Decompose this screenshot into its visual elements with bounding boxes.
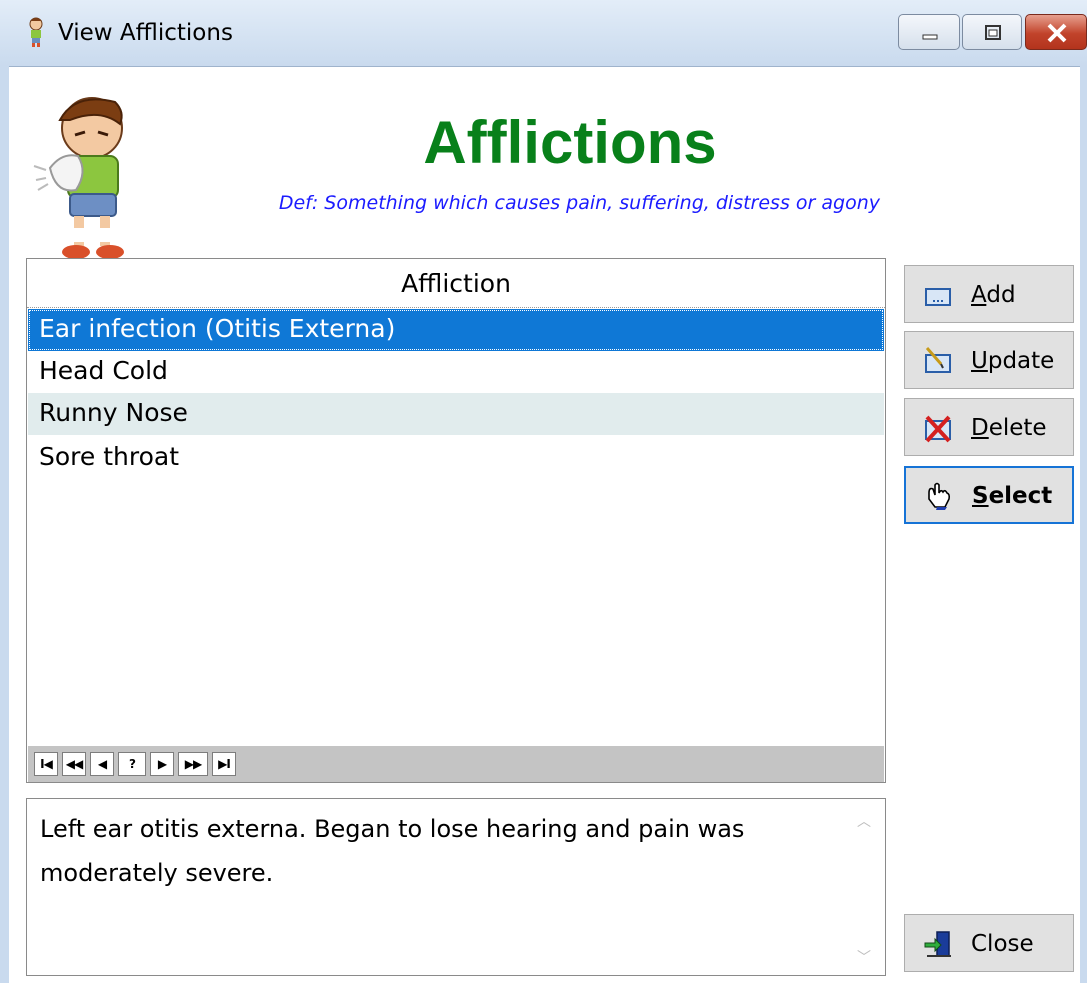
add-record-icon (925, 288, 951, 306)
scroll-up-icon[interactable]: ︿ (853, 811, 875, 833)
afflictions-grid[interactable]: Affliction Ear infection (Otitis Externa… (26, 258, 886, 783)
sneezing-child-illustration (33, 97, 124, 259)
previous-page-button[interactable]: ◀◀ (62, 752, 86, 776)
window-title: View Afflictions (58, 20, 233, 46)
close-button[interactable]: Close (904, 914, 1074, 972)
close-window-button[interactable] (1025, 14, 1087, 50)
maximize-icon (985, 25, 1001, 40)
delete-record-icon (925, 415, 951, 443)
previous-record-button[interactable]: ◀ (90, 752, 114, 776)
window-frame-left (0, 66, 9, 983)
list-row[interactable]: Runny Nose (28, 393, 884, 435)
first-record-button[interactable]: I◀ (34, 752, 58, 776)
sneezing-child-icon (29, 17, 43, 47)
add-button[interactable]: Add (904, 265, 1074, 323)
list-row[interactable]: Ear infection (Otitis Externa) (28, 309, 884, 351)
update-button[interactable]: Update (904, 331, 1074, 389)
list-row[interactable]: Head Cold (28, 351, 884, 393)
window-frame-right (1080, 66, 1087, 983)
exit-door-icon (924, 931, 951, 957)
notes-textarea[interactable]: Left ear otitis externa. Began to lose h… (26, 798, 886, 976)
minimize-button[interactable] (898, 14, 960, 50)
add-accelerator: A (971, 282, 987, 308)
delete-button[interactable]: Delete (904, 398, 1074, 456)
next-record-button[interactable]: ▶ (150, 752, 174, 776)
definition-text: Def: Something which causes pain, suffer… (278, 192, 880, 214)
update-accelerator: U (971, 348, 988, 374)
minimize-icon (922, 34, 938, 40)
add-label-rest: dd (986, 282, 1016, 308)
title-bar: View Afflictions (0, 0, 1087, 67)
select-button[interactable]: Select (904, 466, 1074, 524)
delete-accelerator: D (971, 415, 989, 441)
locate-record-button[interactable]: ? (118, 752, 146, 776)
maximize-button[interactable] (962, 14, 1022, 50)
record-navigation-bar: I◀ ◀◀ ◀ ? ▶ ▶▶ ▶I (28, 746, 884, 782)
select-label-rest: elect (988, 483, 1053, 509)
select-accelerator: S (972, 483, 989, 509)
delete-label-rest: elete (988, 415, 1047, 441)
notes-text: Left ear otitis externa. Began to lose h… (40, 815, 745, 887)
scroll-down-icon[interactable]: ﹀ (853, 947, 875, 969)
close-icon (1047, 23, 1067, 43)
column-header-affliction[interactable]: Affliction (27, 259, 885, 308)
edit-record-icon (925, 347, 951, 373)
last-record-button[interactable]: ▶I (212, 752, 236, 776)
hand-pointer-icon (928, 482, 951, 510)
list-row[interactable]: Sore throat (28, 437, 884, 479)
close-button-label: Close (971, 931, 1034, 957)
update-label-rest: pdate (987, 348, 1055, 374)
page-title: Afflictions (423, 109, 717, 176)
next-page-button[interactable]: ▶▶ (178, 752, 208, 776)
